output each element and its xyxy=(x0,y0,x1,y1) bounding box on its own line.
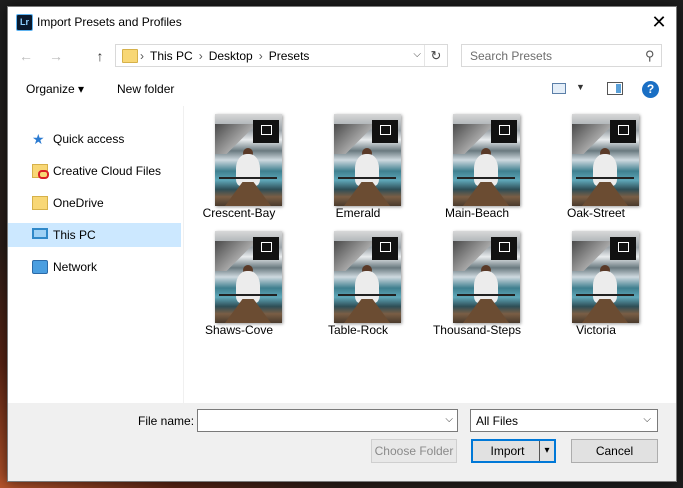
up-arrow-icon[interactable]: ↑ xyxy=(90,46,110,66)
preset-thumbnail xyxy=(215,114,282,206)
file-item[interactable]: Victoria xyxy=(541,223,651,338)
file-type-value: All Files xyxy=(476,414,519,428)
preset-thumbnail xyxy=(334,114,401,206)
sidebar-item-label: Creative Cloud Files xyxy=(53,164,162,178)
close-icon[interactable]: ✕ xyxy=(642,7,676,38)
import-button-label: Import xyxy=(490,444,525,458)
sidebar-item-label: This PC xyxy=(53,228,96,242)
breadcrumb-separator: › xyxy=(258,49,263,63)
sidebar-item-onedrive[interactable]: OneDrive xyxy=(8,191,181,215)
breadcrumb: › This PC › Desktop › Presets xyxy=(140,49,309,63)
address-bar[interactable]: › This PC › Desktop › Presets ⌵ ↻ xyxy=(115,44,448,67)
folder-icon xyxy=(122,49,138,63)
file-item[interactable]: Shaws-Cove xyxy=(184,223,294,338)
file-name-label: Thousand-Steps xyxy=(432,323,522,337)
preview-pane-icon[interactable] xyxy=(607,82,623,95)
file-type-select[interactable]: All Files ⌵ xyxy=(470,409,658,432)
creative-cloud-folder-icon xyxy=(32,164,49,179)
file-name-label: Emerald xyxy=(335,206,381,220)
file-item[interactable]: Crescent-Bay xyxy=(184,106,294,221)
preset-thumbnail xyxy=(572,114,639,206)
sidebar-item-quick-access[interactable]: ★ Quick access xyxy=(8,127,181,151)
breadcrumb-item-presets[interactable]: Presets xyxy=(269,49,310,63)
breadcrumb-item-desktop[interactable]: Desktop xyxy=(209,49,253,63)
search-placeholder: Search Presets xyxy=(470,49,553,63)
search-box[interactable]: Search Presets ⚲ xyxy=(461,44,662,67)
search-icon: ⚲ xyxy=(645,48,655,63)
file-name-label: Shaws-Cove xyxy=(204,323,274,337)
sidebar-item-network[interactable]: Network xyxy=(8,255,181,279)
window-title: Import Presets and Profiles xyxy=(37,15,182,29)
file-name-label: Victoria xyxy=(576,323,616,337)
breadcrumb-item-this-pc[interactable]: This PC xyxy=(150,49,193,63)
file-grid: Crescent-Bay Emerald Main-Beach Oak-Stre… xyxy=(184,106,674,403)
chevron-down-icon[interactable]: ⌵ xyxy=(413,49,421,60)
breadcrumb-separator: › xyxy=(198,49,203,63)
chevron-down-icon[interactable]: ⌵ xyxy=(445,414,453,425)
star-icon: ★ xyxy=(32,131,45,147)
network-icon xyxy=(32,260,48,274)
preset-thumbnail xyxy=(334,231,401,323)
chevron-down-icon: ⌵ xyxy=(643,414,651,425)
file-name-field[interactable]: ⌵ xyxy=(197,409,458,432)
new-folder-button[interactable]: New folder xyxy=(117,82,174,96)
preset-thumbnail xyxy=(215,231,282,323)
dialog-footer: File name: ⌵ All Files ⌵ Choose Folder I… xyxy=(8,403,676,481)
sidebar-item-creative-cloud-files[interactable]: Creative Cloud Files xyxy=(8,159,181,183)
file-item[interactable]: Main-Beach xyxy=(422,106,532,221)
title-bar[interactable]: Lr Import Presets and Profiles ✕ xyxy=(8,7,676,38)
file-name-label: Oak-Street xyxy=(566,206,626,220)
command-toolbar: Organize ▾ New folder ▼ ? xyxy=(8,78,676,102)
cancel-button[interactable]: Cancel xyxy=(571,439,658,463)
refresh-icon[interactable]: ↻ xyxy=(424,45,447,66)
navigation-bar: ← → ↑ › This PC › Desktop › Presets ⌵ ↻ … xyxy=(8,42,676,70)
file-name-label: Crescent-Bay xyxy=(202,206,276,220)
file-item[interactable]: Thousand-Steps xyxy=(422,223,532,338)
organize-button[interactable]: Organize ▾ xyxy=(26,82,84,96)
choose-folder-button[interactable]: Choose Folder xyxy=(371,439,457,463)
forward-arrow-icon[interactable]: → xyxy=(46,46,66,66)
computer-icon xyxy=(32,228,48,239)
file-name-label: Table-Rock xyxy=(327,323,389,337)
preset-thumbnail xyxy=(453,231,520,323)
breadcrumb-separator: › xyxy=(140,49,144,63)
file-item[interactable]: Emerald xyxy=(303,106,413,221)
sidebar-item-label: OneDrive xyxy=(53,196,104,210)
import-button[interactable]: Import ▾ xyxy=(471,439,556,463)
navigation-pane: ★ Quick access Creative Cloud Files OneD… xyxy=(8,106,183,403)
preset-thumbnail xyxy=(453,114,520,206)
change-view-icon[interactable] xyxy=(552,83,566,94)
sidebar-item-this-pc[interactable]: This PC xyxy=(8,223,181,247)
file-name-label: Main-Beach xyxy=(444,206,510,220)
file-item[interactable]: Oak-Street xyxy=(541,106,651,221)
sidebar-item-label: Network xyxy=(53,260,98,274)
preset-thumbnail xyxy=(572,231,639,323)
back-arrow-icon[interactable]: ← xyxy=(16,46,36,66)
folder-icon xyxy=(32,196,48,210)
lightroom-app-icon: Lr xyxy=(16,14,33,31)
import-presets-dialog: Lr Import Presets and Profiles ✕ ← → ↑ ›… xyxy=(7,6,677,482)
import-split-dropdown-icon[interactable]: ▾ xyxy=(539,441,554,461)
view-options-dropdown-icon[interactable]: ▼ xyxy=(576,82,585,92)
sidebar-item-label: Quick access xyxy=(53,132,125,146)
file-item[interactable]: Table-Rock xyxy=(303,223,413,338)
file-name-label: File name: xyxy=(138,414,195,428)
help-icon[interactable]: ? xyxy=(642,81,659,98)
